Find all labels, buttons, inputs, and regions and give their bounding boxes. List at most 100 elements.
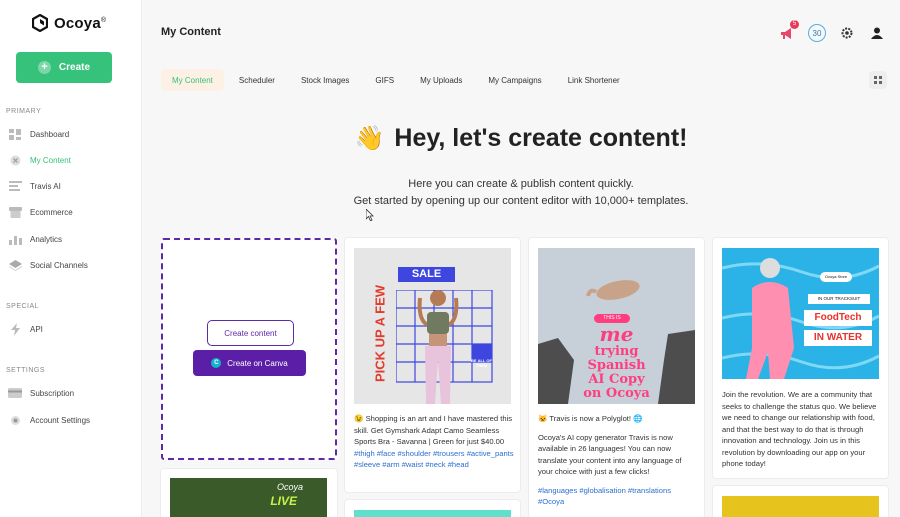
hero-heading: 👋 Hey, let's create content! xyxy=(142,124,900,153)
tab-gifs[interactable]: GIFS xyxy=(364,69,405,91)
mouse-cursor-icon xyxy=(366,209,374,221)
artwork-line4: on Ocoya xyxy=(583,386,650,401)
sidebar-item-label: Travis AI xyxy=(30,181,61,191)
live-card-brand: Ocoya xyxy=(276,482,303,492)
grid-view-toggle[interactable] xyxy=(869,71,887,89)
sidebar-item-label: Social Channels xyxy=(30,260,88,270)
card-image-partial-3 xyxy=(722,496,879,517)
sidebar-item-label: Subscription xyxy=(30,388,75,398)
credits-counter[interactable]: 30 xyxy=(808,24,826,42)
card-body: 😉 Shopping is an art and I have mastered… xyxy=(354,414,513,446)
section-label-primary: PRIMARY xyxy=(6,108,42,115)
megaphone-icon xyxy=(781,27,791,39)
sidebar-item-label: API xyxy=(30,324,43,334)
foodtech-line1: FoodTech xyxy=(804,310,872,326)
live-card-sub: LIVE xyxy=(270,494,297,508)
card-caption: 😺 Travis is now a Polyglot! 🌐 Ocoya's AI… xyxy=(538,413,698,515)
content-card-shopping[interactable]: SALE PICK UP A FEW BE ALL OF THEM 😉 Shop… xyxy=(345,238,520,492)
card-image-foodtech: Ocoya Store IN OUR TRACKSUIT FoodTech IN… xyxy=(722,248,879,379)
card-hashtags[interactable]: #languages #globalisation #translations … xyxy=(538,485,698,508)
tab-link-shortener[interactable]: Link Shortener xyxy=(557,69,631,91)
sidebar-item-ecommerce[interactable]: Ecommerce xyxy=(8,203,136,221)
sidebar-item-label: Dashboard xyxy=(30,129,70,139)
sidebar-item-travis-ai[interactable]: Travis AI xyxy=(8,177,136,195)
sidebar-item-label: My Content xyxy=(30,155,71,165)
tab-my-campaigns[interactable]: My Campaigns xyxy=(477,69,552,91)
create-content-button[interactable]: Create content xyxy=(207,320,294,346)
ocoya-logo-icon xyxy=(32,14,48,32)
sale-label: SALE xyxy=(398,267,455,282)
sidebar-item-social-channels[interactable]: Social Channels xyxy=(8,256,136,274)
sidebar: Ocoya® + Create PRIMARY Dashboard My Con… xyxy=(0,0,142,517)
card-intro: 😺 Travis is now a Polyglot! 🌐 xyxy=(538,414,643,423)
tab-my-uploads[interactable]: My Uploads xyxy=(409,69,473,91)
foodtech-line2: IN WATER xyxy=(804,330,872,346)
card-body: Join the revolution. We are a community … xyxy=(722,390,877,468)
profile-button[interactable] xyxy=(868,24,886,42)
credits-value: 30 xyxy=(808,24,826,42)
store-logo: Ocoya Store xyxy=(820,272,852,282)
section-label-special: SPECIAL xyxy=(6,303,40,310)
user-icon xyxy=(871,27,883,39)
content-card-partial-3[interactable] xyxy=(713,486,888,517)
content-icon xyxy=(8,155,22,166)
wave-icon: 👋 xyxy=(354,125,385,152)
vertical-text: PICK UP A FEW xyxy=(372,284,388,383)
settings-button[interactable] xyxy=(838,24,856,42)
artwork-line2: Spanish xyxy=(587,358,646,373)
card-icon xyxy=(8,388,22,399)
logo[interactable]: Ocoya® xyxy=(32,14,106,32)
content-card-partial-2[interactable] xyxy=(345,500,520,517)
hero-title: Hey, let's create content! xyxy=(394,124,688,152)
content-card-foodtech[interactable]: Ocoya Store IN OUR TRACKSUIT FoodTech IN… xyxy=(713,238,888,478)
plus-icon: + xyxy=(37,61,51,74)
card-caption: 😉 Shopping is an art and I have mastered… xyxy=(354,413,514,478)
artwork-line3: AI Copy xyxy=(588,372,645,387)
canva-button-label: Create on Canva xyxy=(227,358,288,368)
tab-scheduler[interactable]: Scheduler xyxy=(228,69,286,91)
sidebar-item-api[interactable]: API xyxy=(8,320,136,338)
top-actions: 5 30 xyxy=(778,20,886,42)
me-text: me xyxy=(599,322,634,346)
analytics-icon xyxy=(8,234,22,245)
create-button[interactable]: + Create xyxy=(16,52,112,83)
create-on-canva-button[interactable]: C Create on Canva xyxy=(193,350,306,376)
notifications-button[interactable]: 5 xyxy=(778,20,799,42)
gear-icon xyxy=(8,415,22,426)
dashboard-icon xyxy=(8,128,22,140)
store-icon xyxy=(8,206,22,218)
card-image-spanish: THIS IS me trying Spanish AI Copy on Oco… xyxy=(538,248,695,404)
sidebar-item-label: Ecommerce xyxy=(30,207,73,217)
sidebar-item-my-content[interactable]: My Content xyxy=(8,151,136,169)
be-all-tag: BE ALL OF THEM xyxy=(471,358,492,368)
gear-icon xyxy=(841,27,853,39)
sidebar-item-dashboard[interactable]: Dashboard xyxy=(8,125,136,143)
grid-icon xyxy=(874,76,882,84)
app-name: Ocoya xyxy=(54,14,101,32)
content-card-live[interactable]: Ocoya LIVE xyxy=(161,469,337,517)
card-caption: Join the revolution. We are a community … xyxy=(722,389,882,477)
card-body: Ocoya's AI copy generator Travis is now … xyxy=(538,432,682,477)
channels-icon xyxy=(8,259,22,271)
api-icon xyxy=(8,322,22,336)
page-title: My Content xyxy=(161,26,221,38)
sidebar-item-label: Account Settings xyxy=(30,415,91,425)
section-label-settings: SETTINGS xyxy=(6,367,46,374)
card-image-sale: SALE PICK UP A FEW BE ALL OF THEM xyxy=(354,248,511,404)
card-image-live: Ocoya LIVE xyxy=(170,478,327,517)
tab-my-content[interactable]: My Content xyxy=(161,69,224,91)
sidebar-item-analytics[interactable]: Analytics xyxy=(8,230,136,248)
tracksuit-banner: IN OUR TRACKSUIT xyxy=(808,294,870,304)
content-card-travis[interactable]: THIS IS me trying Spanish AI Copy on Oco… xyxy=(529,238,704,517)
hero-subtitle-line2: Get started by opening up our content ed… xyxy=(353,195,689,207)
model-figure xyxy=(417,290,459,404)
sidebar-item-label: Analytics xyxy=(30,234,63,244)
tab-stock-images[interactable]: Stock Images xyxy=(290,69,360,91)
canva-icon: C xyxy=(211,358,222,368)
sidebar-item-subscription[interactable]: Subscription xyxy=(8,384,136,402)
card-hashtags[interactable]: #thigh #face #shoulder #trousers #active… xyxy=(354,449,514,470)
notification-badge: 5 xyxy=(790,20,799,29)
trademark: ® xyxy=(100,16,107,24)
sidebar-item-account-settings[interactable]: Account Settings xyxy=(8,411,136,429)
hero-subtitle-line1: Here you can create & publish content qu… xyxy=(408,178,634,190)
